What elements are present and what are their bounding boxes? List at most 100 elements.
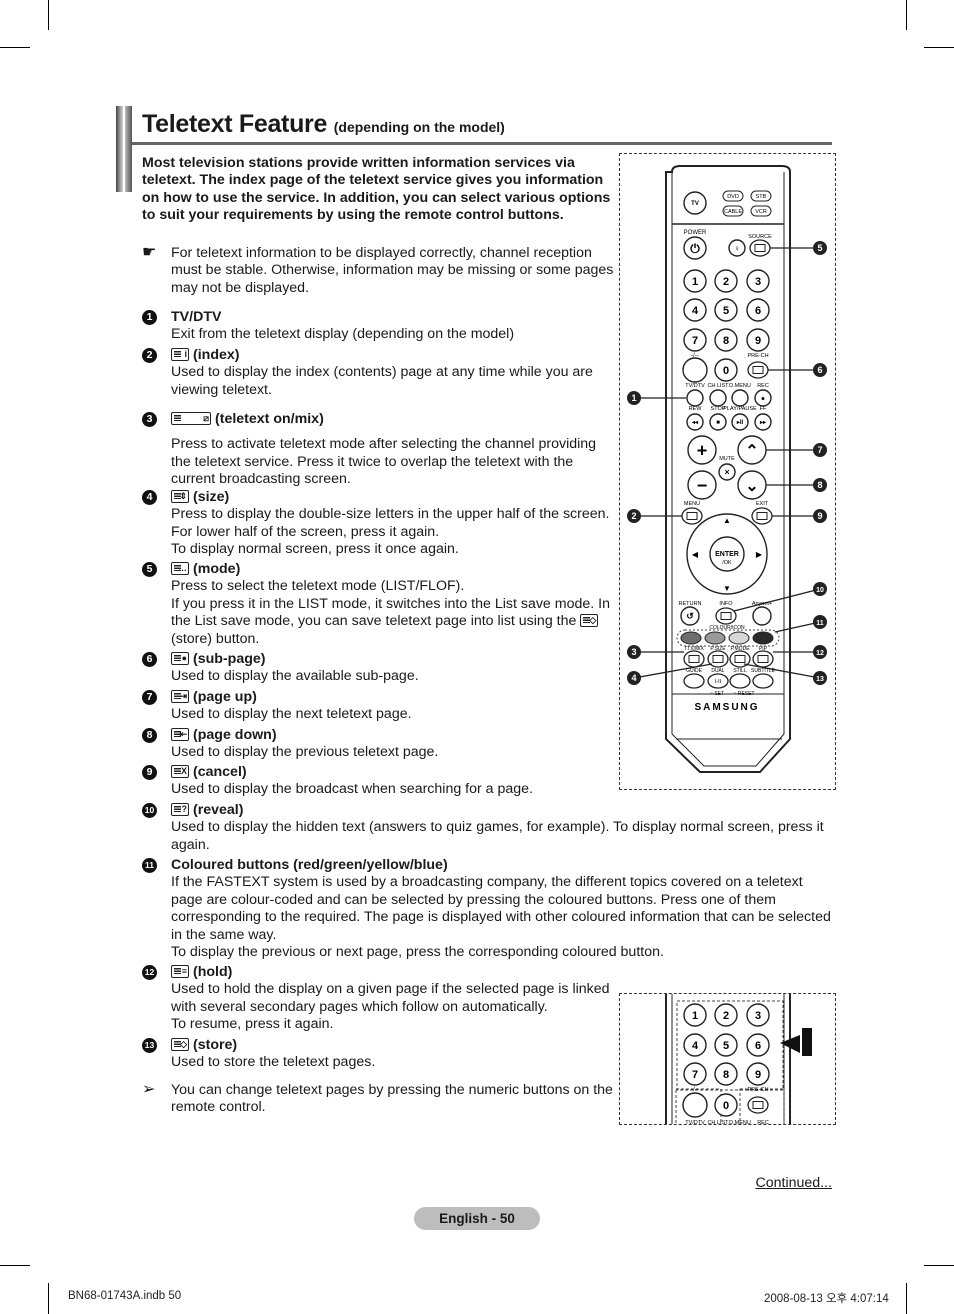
- anynet-caption: Anynet+: [752, 601, 772, 607]
- mute-caption: MUTE: [719, 456, 735, 462]
- item-description-text: Used to display the hidden text (answers…: [171, 819, 824, 853]
- dpad-arrow-icon: ▶: [756, 550, 763, 559]
- teletext-item: 11 Coloured buttons (red/green/yellow/blu…: [142, 857, 832, 961]
- button-caption: DUAL: [711, 668, 725, 674]
- print-file-name: BN68-01743A.indb 50: [68, 1290, 182, 1302]
- item-label: (sub-page): [193, 651, 266, 667]
- crop-mark: [924, 47, 954, 48]
- digit-button-label: 9: [755, 335, 761, 347]
- digit-button-label: 8: [723, 335, 729, 347]
- index-button: [681, 507, 703, 525]
- page-number-badge: English - 50: [414, 1207, 540, 1230]
- dash-button: [682, 357, 708, 383]
- digit-button-label: 2: [723, 1010, 729, 1022]
- teletext-item: 2 i (index) Used to display the index (cont…: [142, 347, 617, 399]
- digit-button-label: 5: [723, 1040, 729, 1052]
- item-description-text: Used to display the broadcast when searc…: [171, 781, 534, 798]
- item-description: Used to display the available sub-page.: [142, 668, 617, 685]
- callout-number: 9: [817, 511, 822, 521]
- item-number-badge: 8: [142, 728, 157, 743]
- item-label: (size): [193, 489, 230, 505]
- item-label: (store): [193, 1037, 238, 1053]
- button-caption: CH LIST: [707, 1120, 729, 1125]
- callout-number: 4: [631, 673, 636, 683]
- teletext-item: 12 ≡ (hold) Used to hold the display on a g…: [142, 964, 617, 1034]
- arrow-right-icon: ➢: [142, 1081, 156, 1098]
- set-caption: ○ SET: [710, 691, 724, 697]
- dpad-arrow-icon: ◀: [692, 550, 699, 559]
- item-description: Press to display the double-size letters…: [142, 506, 617, 558]
- item-label: (hold): [193, 964, 233, 980]
- callout-number: 10: [816, 587, 824, 594]
- crop-mark: [48, 1283, 49, 1314]
- volume-down-button-label: −: [697, 475, 708, 495]
- icon-glyph: ?: [181, 804, 188, 814]
- device-button-label: STB: [756, 194, 767, 200]
- teletext-item: 5 … (mode) Press to select the teletext mod…: [142, 561, 617, 648]
- source-caption: SOURCE: [748, 234, 772, 240]
- item-description: Used to hold the display on a given page…: [142, 981, 617, 1033]
- teletext-store-icon: ◇: [580, 614, 599, 628]
- tip-text: You can change teletext pages by pressin…: [171, 1082, 613, 1116]
- item-number-badge: 9: [142, 765, 157, 780]
- item-description-text: Used to display the index (contents) pag…: [171, 364, 593, 398]
- item-heading: Coloured buttons (red/green/yellow/blue): [142, 857, 832, 874]
- callout-number: 12: [816, 650, 824, 657]
- samsung-logo: SAMSUNG: [694, 702, 759, 713]
- teletext-cancel-icon: X: [171, 765, 189, 778]
- channel-up-button-label: ⌃: [745, 443, 758, 460]
- item-description: Used to display the hidden text (answers…: [142, 819, 832, 854]
- button-caption: CH LIST: [707, 383, 729, 389]
- item-description-text: Press to display the double-size letters…: [171, 506, 610, 558]
- teletext-item: 9 X (cancel) Used to display the broadcast …: [142, 764, 617, 799]
- callout-number: 2: [631, 511, 636, 521]
- item-heading: TV/DTV: [142, 309, 617, 326]
- guide-button: [683, 673, 705, 689]
- item-description: Used to display the next teletext page.: [142, 706, 617, 723]
- item-description-text: Used to display the previous teletext pa…: [171, 744, 439, 761]
- item-label: (cancel): [193, 764, 247, 780]
- item-description-text: Press to activate teletext mode after se…: [171, 436, 597, 488]
- rew-button-label: ◂◂: [691, 420, 699, 426]
- item-heading: ⇤ (page down): [142, 727, 617, 744]
- crop-mark: [48, 0, 49, 30]
- d-menu-button: [731, 389, 749, 407]
- teletext-index-icon: i: [171, 348, 189, 361]
- item-description: Used to display the index (contents) pag…: [142, 364, 617, 399]
- crop-mark: [0, 47, 30, 48]
- source-button: [749, 239, 771, 257]
- callout-number: 7: [817, 445, 822, 455]
- digit-button-label: 4: [692, 305, 699, 317]
- power-caption: POWER: [684, 230, 707, 236]
- item-heading: ◇ (store): [142, 1037, 617, 1054]
- item-number-badge: 6: [142, 652, 157, 667]
- digit-button-label: 0: [723, 1100, 729, 1112]
- icon-glyph: …: [178, 563, 187, 573]
- intro-paragraph: Most television stations provide written…: [142, 155, 611, 223]
- callout-number: 13: [816, 676, 824, 683]
- item-description-text: Used to hold the display on a given page…: [171, 981, 610, 1033]
- continued-link[interactable]: Continued...: [755, 1175, 832, 1191]
- item-number-badge: 5: [142, 562, 157, 577]
- tip-note: ➢ You can change teletext pages by press…: [142, 1081, 617, 1117]
- item-description-text: Press to select the teletext mode (LIST/…: [171, 578, 610, 630]
- teletext-item: 6 ● (sub-page) Used to display the availabl…: [142, 651, 617, 686]
- item-heading: ⇕ (size): [142, 489, 617, 506]
- item-description-text: Used to display the next teletext page.: [171, 706, 412, 723]
- icon-glyph: ●: [181, 653, 187, 663]
- digit-button-label: 6: [755, 305, 761, 317]
- anynet-button: [752, 606, 772, 626]
- item-number-badge: 12: [142, 965, 157, 980]
- item-heading: ? (reveal): [142, 802, 832, 819]
- page-title-text: Teletext Feature: [142, 110, 328, 138]
- item-heading: ≡ (hold): [142, 964, 617, 981]
- teletext-sub-page-icon: ●: [171, 652, 189, 665]
- digit-button-label: 2: [723, 276, 729, 288]
- reset-caption: ○ RESET: [733, 691, 754, 697]
- teletext-on-mix-icon: ⧄: [171, 412, 211, 425]
- item-number-badge: 4: [142, 490, 157, 505]
- colour-button-green: [704, 631, 726, 645]
- item-description: Used to store the teletext pages.: [142, 1054, 617, 1071]
- stop-button-label: ■: [716, 420, 720, 426]
- still-button: [729, 673, 751, 689]
